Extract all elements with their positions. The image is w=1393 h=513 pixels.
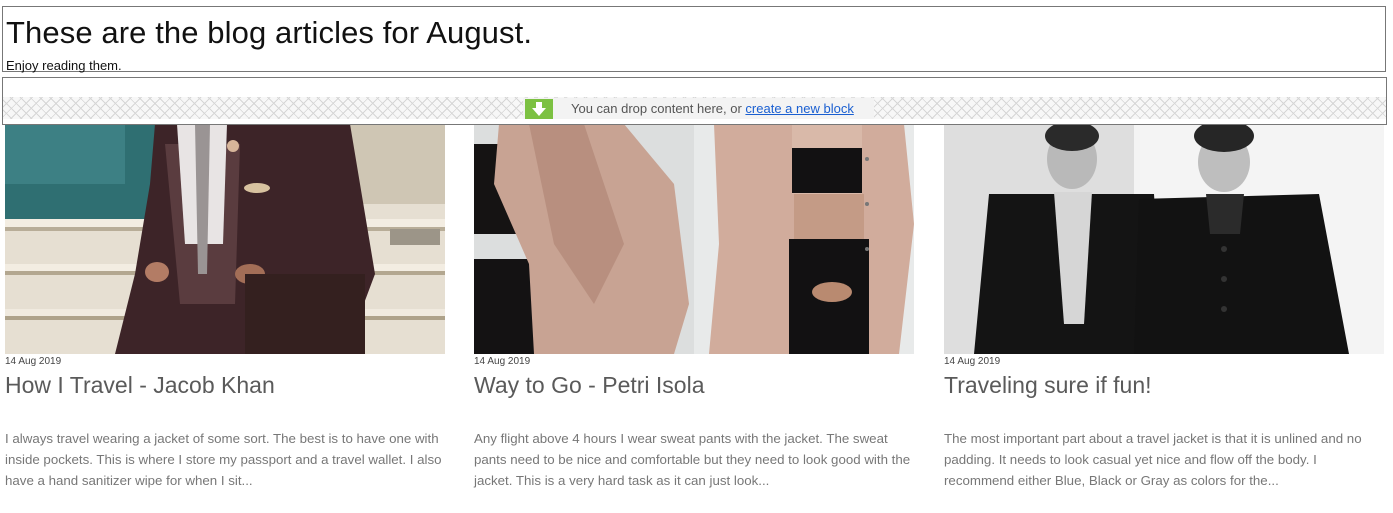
post-date: 14 Aug 2019 [474,356,531,367]
page-title: These are the blog articles for August. [6,15,533,50]
content-drop-zone[interactable]: You can drop content here, or create a n… [2,77,1387,125]
post-image[interactable] [474,124,914,354]
drop-zone-label: You can drop content here, or [571,101,746,116]
blog-card[interactable]: 14 Aug 2019 Traveling sure if fun! The m… [944,124,1384,491]
post-image[interactable] [944,124,1384,354]
post-date: 14 Aug 2019 [944,356,1001,367]
blog-page: These are the blog articles for August. … [0,0,1393,513]
post-image[interactable] [5,124,445,354]
drop-zone-text: You can drop content here, or create a n… [571,101,854,116]
post-excerpt: I always travel wearing a jacket of some… [5,431,442,488]
post-title[interactable]: How I Travel - Jacob Khan [5,371,445,399]
page-subtitle: Enjoy reading them. [6,58,122,73]
drop-zone-message: You can drop content here, or create a n… [523,98,874,119]
create-new-block-link[interactable]: create a new block [745,101,853,116]
header-block[interactable]: These are the blog articles for August. … [2,6,1386,73]
post-excerpt: Any flight above 4 hours I wear sweat pa… [474,431,911,488]
blog-card[interactable]: 14 Aug 2019 Way to Go - Petri Isola Any … [474,124,914,491]
download-arrow-icon [525,98,553,119]
post-excerpt: The most important part about a travel j… [944,431,1362,488]
post-title[interactable]: Traveling sure if fun! [944,371,1384,399]
blog-card[interactable]: 14 Aug 2019 How I Travel - Jacob Khan I … [5,124,445,491]
post-title[interactable]: Way to Go - Petri Isola [474,371,914,399]
post-date: 14 Aug 2019 [5,356,62,367]
